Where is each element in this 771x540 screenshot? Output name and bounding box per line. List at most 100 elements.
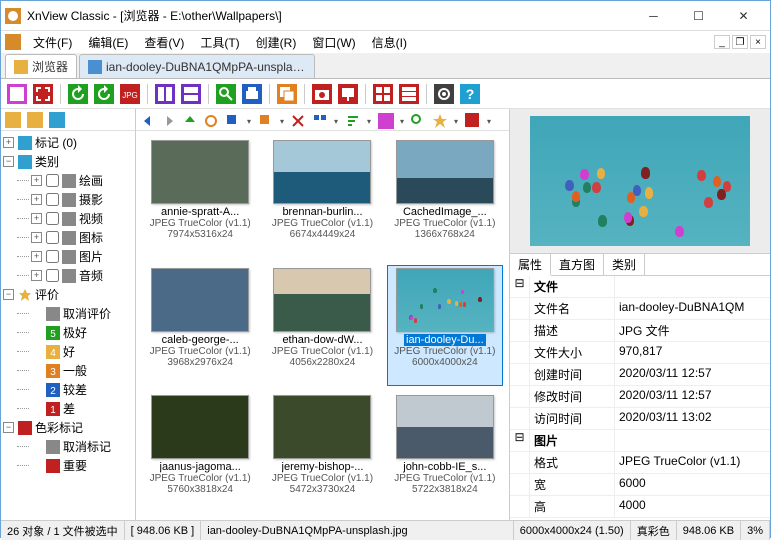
- tree-color-item[interactable]: 重要: [1, 456, 135, 475]
- tag-button[interactable]: [462, 111, 494, 131]
- search-thumbs-button[interactable]: [408, 111, 428, 131]
- stack-view-button[interactable]: [397, 82, 421, 106]
- tree-rating-item[interactable]: 5极好: [1, 323, 135, 342]
- close-button[interactable]: ✕: [721, 2, 766, 30]
- favorite-button[interactable]: [429, 111, 461, 131]
- menu-file[interactable]: 文件(F): [25, 32, 80, 53]
- sort-button[interactable]: [342, 111, 374, 131]
- prop-section-file[interactable]: ⊟文件: [510, 276, 770, 298]
- tree-color-item[interactable]: 取消标记: [1, 437, 135, 456]
- thumbnail-dim: 5722x3818x24: [412, 484, 478, 495]
- thumbnail-item[interactable]: john-cobb-IE_s... JPEG TrueColor (v1.1) …: [387, 392, 503, 514]
- tree-cat-item[interactable]: +视频: [1, 209, 135, 228]
- refresh-button[interactable]: [201, 111, 221, 131]
- tree-categories[interactable]: −类别: [1, 152, 135, 171]
- tree-rating-item[interactable]: 4好: [1, 342, 135, 361]
- tree-fav-button[interactable]: [25, 111, 45, 129]
- thumbnail-item[interactable]: ian-dooley-Du... JPEG TrueColor (v1.1) 6…: [387, 265, 503, 387]
- mdi-restore[interactable]: ❐: [732, 35, 748, 49]
- tree-home-button[interactable]: [3, 111, 23, 129]
- prop-section-image[interactable]: ⊟图片: [510, 430, 770, 452]
- settings-button[interactable]: [432, 82, 456, 106]
- minimize-button[interactable]: ─: [631, 2, 676, 30]
- svg-text:?: ?: [466, 86, 475, 102]
- menu-window[interactable]: 窗口(W): [304, 32, 363, 53]
- rotate-right-button[interactable]: [92, 82, 116, 106]
- tree-cat-item[interactable]: +图标: [1, 228, 135, 247]
- tree-checkbox[interactable]: [46, 250, 59, 263]
- tree-tag-button[interactable]: [47, 111, 67, 129]
- thumbnail-item[interactable]: annie-spratt-A... JPEG TrueColor (v1.1) …: [142, 137, 258, 259]
- thumbnail-grid[interactable]: annie-spratt-A... JPEG TrueColor (v1.1) …: [136, 131, 509, 520]
- status-objects: 26 对象 / 1 文件被选中: [1, 521, 125, 540]
- jpeg-rotate-button[interactable]: JPG: [118, 82, 142, 106]
- thumbnail-item[interactable]: jeremy-bishop-... JPEG TrueColor (v1.1) …: [264, 392, 380, 514]
- thumbnail-item[interactable]: jaanus-jagoma... JPEG TrueColor (v1.1) 5…: [142, 392, 258, 514]
- filter-button[interactable]: [375, 111, 407, 131]
- tree-item-label: 取消标记: [63, 438, 133, 455]
- nav-back-button[interactable]: [138, 111, 158, 131]
- tree-checkbox[interactable]: [46, 193, 59, 206]
- tree-checkbox[interactable]: [46, 231, 59, 244]
- print-button[interactable]: [240, 82, 264, 106]
- prop-tab-attrs[interactable]: 属性: [510, 254, 551, 276]
- nav-fwd-button[interactable]: [159, 111, 179, 131]
- menu-info[interactable]: 信息(I): [364, 32, 415, 53]
- tree-rating-item[interactable]: 2较差: [1, 380, 135, 399]
- tree-rating-item[interactable]: 取消评价: [1, 304, 135, 323]
- grid-view-button[interactable]: [371, 82, 395, 106]
- tree-rating[interactable]: −评价: [1, 285, 135, 304]
- menu-tools[interactable]: 工具(T): [192, 32, 247, 53]
- thumbnail-item[interactable]: CachedImage_... JPEG TrueColor (v1.1) 13…: [387, 137, 503, 259]
- thumbnail-item[interactable]: brennan-burlin... JPEG TrueColor (v1.1) …: [264, 137, 380, 259]
- tree-rating-item[interactable]: 3一般: [1, 361, 135, 380]
- view-mode-button[interactable]: [309, 111, 341, 131]
- tab-browser[interactable]: 浏览器: [5, 54, 77, 78]
- tree-checkbox[interactable]: [46, 269, 59, 282]
- fullscreen-button[interactable]: [5, 82, 29, 106]
- tree-item-label: 重要: [63, 457, 133, 474]
- mdi-minimize[interactable]: _: [714, 35, 730, 49]
- thumbnail-name: caleb-george-...: [162, 334, 239, 346]
- menu-view[interactable]: 查看(V): [136, 32, 192, 53]
- copy-button[interactable]: [222, 111, 254, 131]
- move-button[interactable]: [255, 111, 287, 131]
- layout1-button[interactable]: [153, 82, 177, 106]
- delete-button[interactable]: [288, 111, 308, 131]
- thumbnail-info: JPEG TrueColor (v1.1): [272, 346, 373, 357]
- statusbar: 26 对象 / 1 文件被选中 [ 948.06 KB ] ian-dooley…: [1, 520, 770, 540]
- tree-cat-item[interactable]: +绘画: [1, 171, 135, 190]
- thumbnail-info: JPEG TrueColor (v1.1): [272, 473, 373, 484]
- main-toolbar: JPG ?: [1, 79, 770, 109]
- thumbnail-item[interactable]: ethan-dow-dW... JPEG TrueColor (v1.1) 40…: [264, 265, 380, 387]
- tree-color-label[interactable]: −色彩标记: [1, 418, 135, 437]
- nav-up-button[interactable]: [180, 111, 200, 131]
- tree-checkbox[interactable]: [46, 174, 59, 187]
- tree-cat-item[interactable]: +摄影: [1, 190, 135, 209]
- help-button[interactable]: ?: [458, 82, 482, 106]
- menu-create[interactable]: 创建(R): [248, 32, 305, 53]
- capture-button[interactable]: [310, 82, 334, 106]
- tab-file[interactable]: ian-dooley-DuBNA1QMpPA-unsplash....: [79, 54, 315, 78]
- thumbnail-info: JPEG TrueColor (v1.1): [150, 473, 251, 484]
- menu-edit[interactable]: 编辑(E): [80, 32, 136, 53]
- slideshow-button[interactable]: [336, 82, 360, 106]
- color-label-icon: [46, 459, 60, 473]
- thumbnail-image: [273, 140, 371, 204]
- rotate-left-button[interactable]: [66, 82, 90, 106]
- tree-checkbox[interactable]: [46, 212, 59, 225]
- search-button[interactable]: [214, 82, 238, 106]
- tree-tags[interactable]: +标记 (0): [1, 133, 135, 152]
- multipage-button[interactable]: [275, 82, 299, 106]
- prop-tab-categories[interactable]: 类别: [604, 254, 645, 275]
- prop-tab-histogram[interactable]: 直方图: [551, 254, 604, 275]
- thumbnail-item[interactable]: caleb-george-... JPEG TrueColor (v1.1) 3…: [142, 265, 258, 387]
- fit-button[interactable]: [31, 82, 55, 106]
- mdi-close[interactable]: ×: [750, 35, 766, 49]
- maximize-button[interactable]: ☐: [676, 2, 721, 30]
- tree-cat-item[interactable]: +图片: [1, 247, 135, 266]
- tree-cat-item[interactable]: +音频: [1, 266, 135, 285]
- layout2-button[interactable]: [179, 82, 203, 106]
- thumbnail-dim: 4056x2280x24: [290, 357, 356, 368]
- tree-rating-item[interactable]: 1差: [1, 399, 135, 418]
